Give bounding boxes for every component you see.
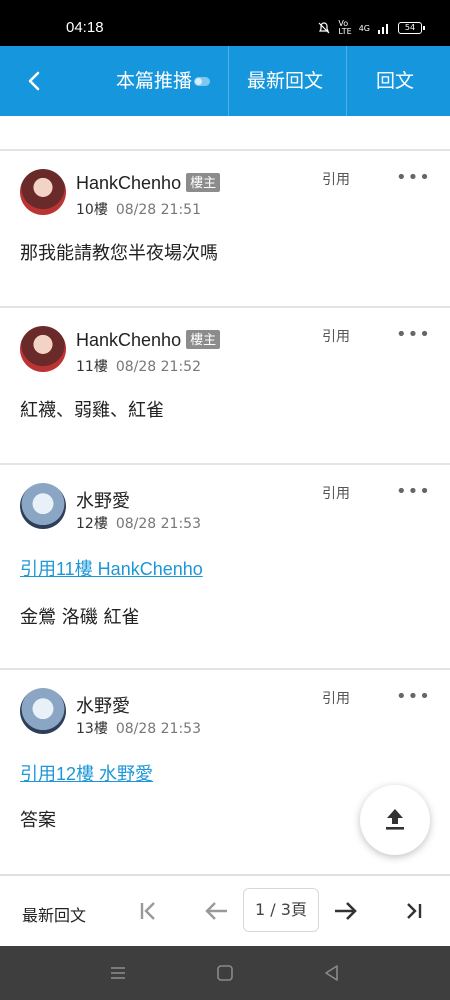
status-time: 04:18 xyxy=(66,19,104,36)
post-item: HankChenho 樓主 10樓 08/28 21:51 引用 ••• 那我能請教… xyxy=(0,151,450,306)
upload-arrow-icon xyxy=(386,809,404,830)
more-options-icon[interactable]: ••• xyxy=(396,169,431,187)
back-icon[interactable] xyxy=(321,962,343,984)
status-bar: 04:18 Vo LTE 4G 54 xyxy=(0,0,450,46)
mute-icon xyxy=(318,22,330,34)
post-meta: 10樓 08/28 21:51 xyxy=(76,199,201,219)
username[interactable]: HankChenho 樓主 xyxy=(76,330,221,351)
next-page-icon[interactable] xyxy=(330,896,360,926)
more-options-icon[interactable]: ••• xyxy=(396,688,431,706)
avatar[interactable] xyxy=(20,326,66,372)
floor-number: 10樓 xyxy=(76,202,108,218)
op-badge: 樓主 xyxy=(186,173,221,192)
avatar[interactable] xyxy=(20,483,66,529)
more-options-icon[interactable]: ••• xyxy=(396,326,431,344)
scroll-to-top-button[interactable] xyxy=(360,785,430,855)
top-app-bar: 本篇推播 最新回文 回文 xyxy=(0,46,450,116)
post-time: 08/28 21:53 xyxy=(115,721,201,737)
avatar[interactable] xyxy=(20,688,66,734)
post-body: 金鶯 洛磯 紅雀 xyxy=(20,607,140,628)
floor-number: 12樓 xyxy=(76,516,108,532)
quote-button[interactable]: 引用 xyxy=(322,169,350,189)
recent-apps-icon[interactable] xyxy=(107,962,129,984)
post-time: 08/28 21:51 xyxy=(115,202,201,218)
quote-reference-link[interactable]: 引用12樓 水野愛 xyxy=(20,760,153,786)
post-meta: 12樓 08/28 21:53 xyxy=(76,513,201,533)
page-indicator[interactable]: 1 / 3頁 xyxy=(243,888,319,932)
toggle-icon xyxy=(194,77,210,86)
quote-reference-link[interactable]: 引用11樓 HankChenho xyxy=(20,555,203,581)
op-badge: 樓主 xyxy=(186,330,221,349)
post-item: HankChenho 樓主 11樓 08/28 21:52 引用 ••• 紅襪、弱雞… xyxy=(0,308,450,463)
tab-divider xyxy=(228,46,229,116)
avatar[interactable] xyxy=(20,169,66,215)
tab-this-post-push-label: 本篇推播 xyxy=(115,70,192,92)
back-arrow-icon[interactable] xyxy=(20,66,50,96)
tab-this-post-push[interactable]: 本篇推播 xyxy=(100,46,226,116)
pagination-bar: 最新回文 1 / 3頁 xyxy=(0,874,450,946)
home-icon[interactable] xyxy=(214,962,236,984)
tab-reply[interactable]: 回文 xyxy=(360,46,430,116)
post-meta: 13樓 08/28 21:53 xyxy=(76,718,201,738)
username-text: HankChenho xyxy=(76,173,182,193)
post-time: 08/28 21:53 xyxy=(115,516,201,532)
username[interactable]: 水野愛 xyxy=(76,487,130,513)
post-feed[interactable]: HankChenho 樓主 10樓 08/28 21:51 引用 ••• 那我能請教… xyxy=(0,116,450,874)
quote-button[interactable]: 引用 xyxy=(322,688,350,708)
post-item: 水野愛 12樓 08/28 21:53 引用 ••• 引用11樓 HankChen… xyxy=(0,465,450,668)
signal-bars-icon xyxy=(378,24,388,34)
system-navigation-bar xyxy=(0,946,450,1000)
quote-button[interactable]: 引用 xyxy=(322,326,350,346)
more-options-icon[interactable]: ••• xyxy=(396,483,431,501)
volte-icon: Vo LTE xyxy=(338,19,352,36)
battery-icon: 54 xyxy=(398,22,425,34)
first-page-icon[interactable] xyxy=(134,896,164,926)
prev-page-icon[interactable] xyxy=(202,896,232,926)
signal-icon: 4G xyxy=(358,23,370,33)
post-body: 答案 xyxy=(20,810,56,831)
floor-number: 13樓 xyxy=(76,721,108,737)
latest-replies-label[interactable]: 最新回文 xyxy=(22,902,86,926)
tab-divider xyxy=(346,46,347,116)
username[interactable]: HankChenho 樓主 xyxy=(76,173,221,194)
username-text: HankChenho xyxy=(76,330,182,350)
status-icons: Vo LTE 4G 54 xyxy=(317,19,425,36)
username[interactable]: 水野愛 xyxy=(76,692,130,718)
post-time: 08/28 21:52 xyxy=(115,359,201,375)
quote-button[interactable]: 引用 xyxy=(322,483,350,503)
tab-latest-replies[interactable]: 最新回文 xyxy=(230,46,340,116)
post-body: 那我能請教您半夜場次嗎 xyxy=(20,243,218,264)
post-body: 紅襪、弱雞、紅雀 xyxy=(20,400,164,421)
floor-number: 11樓 xyxy=(76,359,108,375)
post-meta: 11樓 08/28 21:52 xyxy=(76,356,201,376)
last-page-icon[interactable] xyxy=(400,896,430,926)
